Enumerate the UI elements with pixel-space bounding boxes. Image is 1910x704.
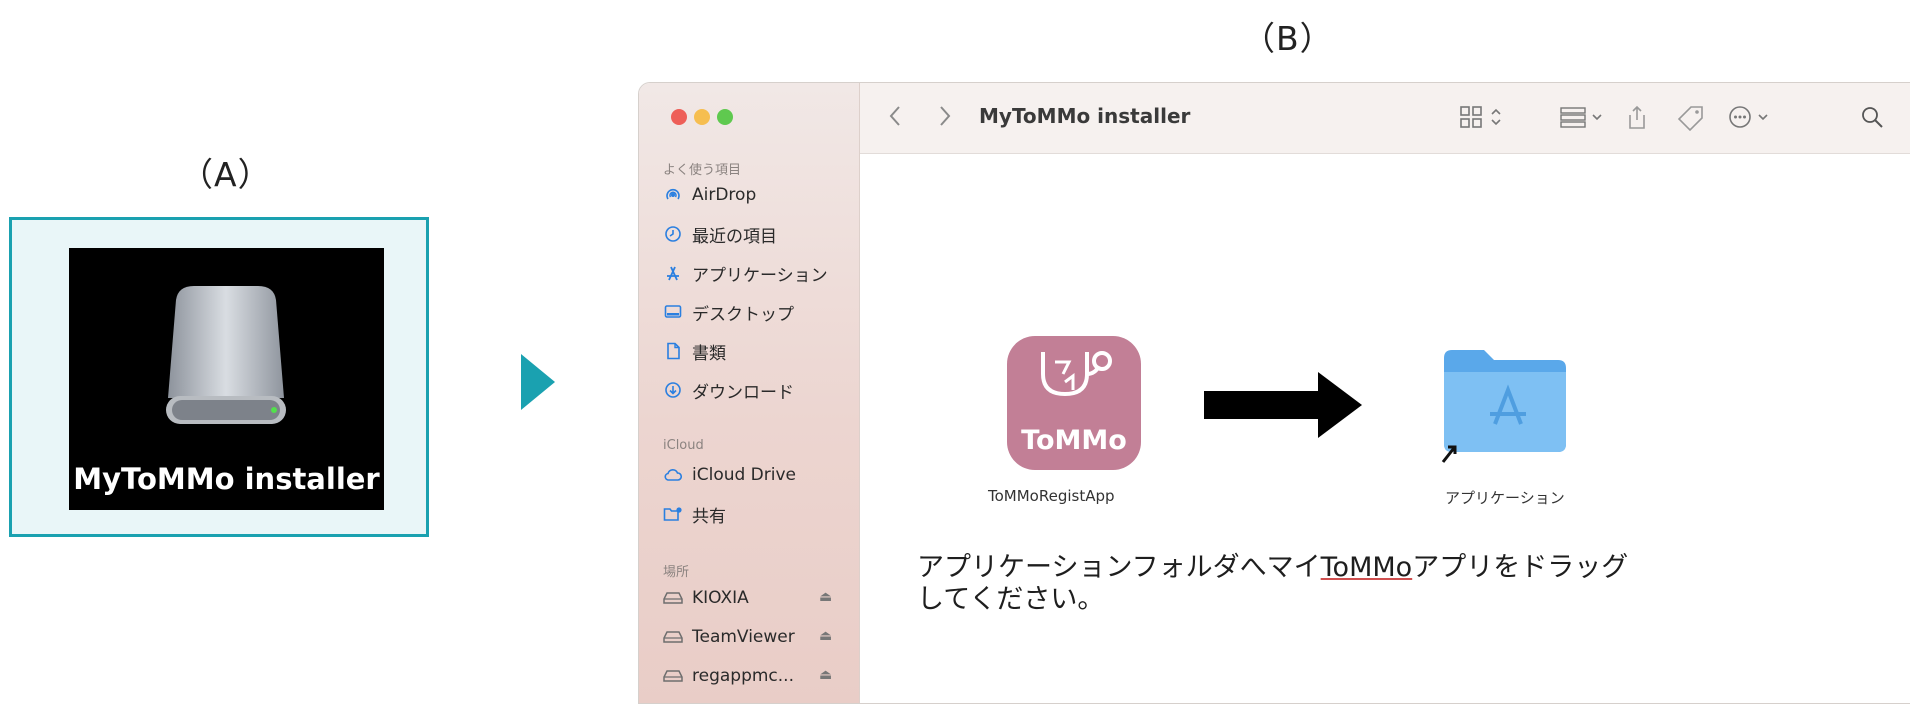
sidebar-section-icloud: iCloud — [663, 438, 704, 453]
instruction-text-line2: してください。 — [917, 584, 1105, 615]
sidebar-item-regappmc[interactable]: regappmc... — [663, 661, 794, 691]
sidebar-item-label: ダウンロード — [692, 382, 794, 403]
sidebar-item-teamviewer[interactable]: TeamViewer — [663, 622, 795, 652]
app-icon-text: ToMMo — [1021, 425, 1127, 456]
drive-icon — [663, 627, 683, 647]
sidebar-item-label: 書類 — [692, 343, 726, 364]
drive-icon — [663, 588, 683, 608]
instruction-text-part2: アプリをドラッグ — [1412, 552, 1629, 583]
drive-icon — [663, 666, 683, 686]
window-minimize-button[interactable] — [694, 109, 710, 125]
drag-instruction-text: アプリケーションフォルダへマイToMMoアプリをドラッグ してください。 — [917, 552, 1697, 616]
app-file-name: ToMMoRegistApp — [988, 487, 1115, 505]
more-actions-button[interactable] — [1728, 105, 1778, 134]
window-zoom-button[interactable] — [717, 109, 733, 125]
tommo-app-icon[interactable]: ToMMo — [1007, 336, 1141, 470]
view-mode-button[interactable] — [1460, 105, 1510, 134]
shared-folder-icon — [663, 504, 683, 524]
finder-sidebar: よく使う項目 AirDrop 最近の項目 アプリケーション デスクトップ 書類 … — [639, 83, 860, 703]
applications-icon — [663, 263, 683, 283]
folder-file-name: アプリケーション — [1445, 489, 1565, 507]
external-disk-icon — [166, 286, 286, 424]
sidebar-item-applications[interactable]: アプリケーション — [663, 258, 828, 288]
document-icon — [663, 341, 683, 361]
sidebar-item-label: 最近の項目 — [692, 226, 777, 247]
panel-b-label: （B） — [1242, 19, 1334, 58]
desktop-icon — [663, 302, 683, 322]
sidebar-item-label: 共有 — [692, 506, 726, 527]
sidebar-item-downloads[interactable]: ダウンロード — [663, 375, 794, 405]
applications-folder-icon[interactable] — [1440, 344, 1570, 464]
disk-image-tile[interactable]: MyToMMo installer — [69, 248, 384, 510]
sidebar-item-label: KIOXIA — [692, 588, 749, 608]
sidebar-item-documents[interactable]: 書類 — [663, 336, 726, 366]
back-button[interactable] — [888, 105, 902, 132]
window-title: MyToMMo installer — [979, 104, 1191, 128]
instruction-text-part1: アプリケーションフォルダへマイ — [917, 552, 1321, 583]
window-close-button[interactable] — [671, 109, 687, 125]
sidebar-item-label: regappmc... — [692, 666, 794, 686]
panel-a: MyToMMo installer — [9, 217, 429, 537]
tag-icon[interactable] — [1677, 105, 1705, 136]
clock-icon — [663, 224, 683, 244]
airdrop-icon — [663, 185, 683, 205]
sidebar-section-locations: 場所 — [663, 565, 690, 580]
sidebar-item-label: TeamViewer — [692, 627, 795, 647]
search-icon[interactable] — [1860, 105, 1884, 134]
eject-icon[interactable]: ⏏ — [819, 589, 832, 605]
sidebar-item-label: デスクトップ — [692, 304, 794, 325]
download-icon — [663, 380, 683, 400]
sidebar-section-favorites: よく使う項目 — [663, 163, 742, 178]
disk-name: MyToMMo installer — [73, 462, 380, 496]
sidebar-item-kioxia[interactable]: KIOXIA — [663, 583, 749, 613]
stethoscope-icon — [1041, 351, 1112, 397]
group-button[interactable] — [1560, 105, 1610, 134]
sidebar-item-label: AirDrop — [692, 185, 757, 205]
sidebar-item-label: iCloud Drive — [692, 465, 797, 485]
finder-toolbar: MyToMMo installer — [860, 83, 1910, 154]
drag-arrow-icon — [1204, 372, 1362, 438]
finder-window: よく使う項目 AirDrop 最近の項目 アプリケーション デスクトップ 書類 … — [638, 82, 1910, 704]
sidebar-item-airdrop[interactable]: AirDrop — [663, 180, 756, 210]
sidebar-item-label: アプリケーション — [692, 265, 828, 286]
panel-a-label: （A） — [180, 155, 272, 194]
sidebar-item-recents[interactable]: 最近の項目 — [663, 219, 777, 249]
forward-button[interactable] — [938, 105, 952, 132]
next-arrow-icon — [521, 354, 555, 410]
eject-icon[interactable]: ⏏ — [819, 667, 832, 683]
instruction-text-underlined: ToMMo — [1320, 552, 1413, 583]
share-icon[interactable] — [1625, 105, 1649, 136]
eject-icon[interactable]: ⏏ — [819, 628, 832, 644]
cloud-icon — [663, 465, 683, 485]
sidebar-item-shared[interactable]: 共有 — [663, 499, 726, 529]
finder-content: ToMMo ToMMoRegistApp アプリケーション アプリケーションフォ… — [860, 154, 1910, 703]
sidebar-item-desktop[interactable]: デスクトップ — [663, 297, 794, 327]
sidebar-item-icloud-drive[interactable]: iCloud Drive — [663, 460, 796, 490]
